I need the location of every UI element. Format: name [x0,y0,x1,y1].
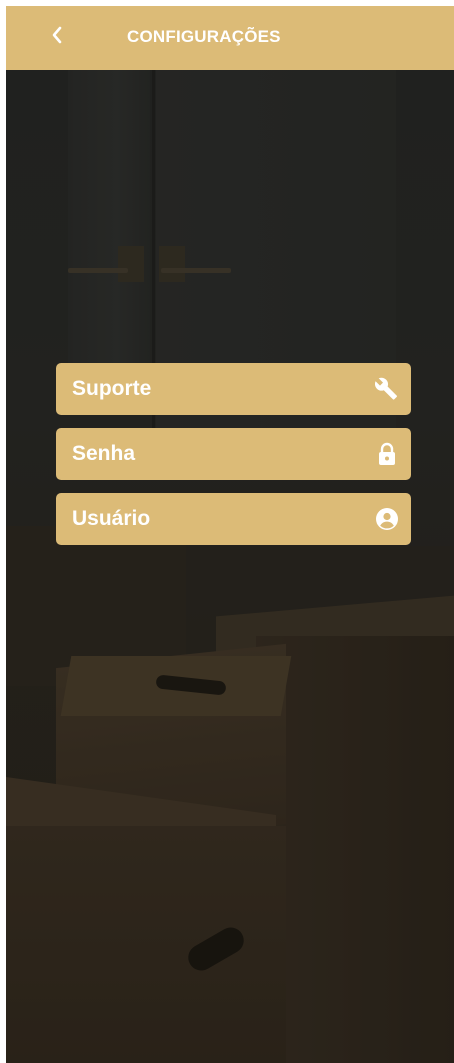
settings-screen: CONFIGURAÇÕES Suporte Senha Usuário [6,6,454,1063]
chevron-left-icon [50,25,64,50]
menu-item-suporte[interactable]: Suporte [56,363,411,415]
settings-menu: Suporte Senha Usuário [56,363,411,558]
menu-item-senha[interactable]: Senha [56,428,411,480]
back-button[interactable] [42,22,72,52]
page-title: CONFIGURAÇÕES [127,27,281,46]
app-header: CONFIGURAÇÕES [6,6,454,70]
menu-item-label: Usuário [72,507,151,530]
lock-icon [375,442,399,466]
menu-item-label: Senha [72,442,136,465]
wrench-icon [375,377,399,401]
account-circle-icon [375,507,399,531]
menu-item-label: Suporte [72,377,152,400]
menu-item-usuario[interactable]: Usuário [56,493,411,545]
